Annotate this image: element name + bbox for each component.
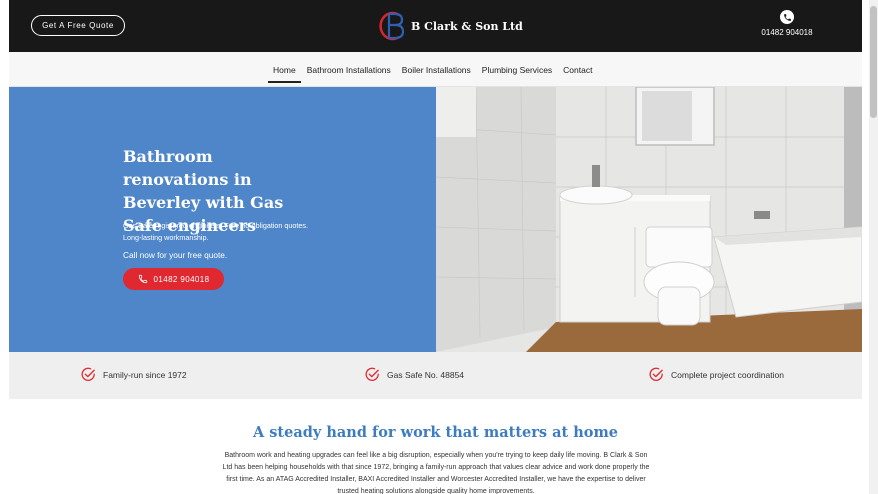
hero-panel: Bathroom renovations in Beverley with Ga… [9,87,436,352]
scrollbar-thumb[interactable] [870,6,877,118]
brand-name: B Clark & Son Ltd [411,19,523,33]
hero-subtitle: Gas Safe registered engineers. Free no-o… [123,221,308,242]
nav-item-contact[interactable]: Contact [562,65,593,75]
free-quote-button[interactable]: Get A Free Quote [31,15,125,36]
bathroom-photo [436,87,862,352]
about-body: Bathroom work and heating upgrades can f… [222,452,650,494]
nav-item-bathroom-installations[interactable]: Bathroom Installations [306,65,392,75]
features-strip: Family-run since 1972 Gas Safe No. 48854… [9,352,862,399]
check-circle-icon [81,367,95,381]
brand-logo[interactable]: B Clark & Son Ltd [377,8,523,44]
nav-item-home[interactable]: Home [268,65,301,83]
feature-label: Gas Safe No. 48854 [387,369,465,380]
page-scrollbar[interactable] [869,0,878,494]
hero-call-button-label: 01482 904018 [153,274,210,284]
feature-item: Family-run since 1972 [80,366,187,383]
header-phone[interactable]: 01482 904018 [747,10,827,37]
hero-call-text: Call now for your free quote. [123,250,228,260]
feature-label: Complete project coordination [671,369,784,380]
nav-item-plumbing-services[interactable]: Plumbing Services [481,65,553,75]
check-circle-icon [365,367,379,381]
feature-item: Gas Safe No. 48854 [364,366,464,383]
phone-icon [780,10,794,24]
header: Get A Free Quote B Clark & Son Ltd 01482… [9,0,862,52]
header-phone-number: 01482 904018 [761,28,813,37]
feature-item: Complete project coordination [648,366,784,383]
nav-item-boiler-installations[interactable]: Boiler Installations [401,65,472,75]
page: Get A Free Quote B Clark & Son Ltd 01482… [9,0,862,494]
hero-call-button[interactable]: 01482 904018 [123,268,224,290]
cb-monogram-logo [377,9,407,43]
main-nav: Home Bathroom Installations Boiler Insta… [9,52,862,87]
about-title: A steady hand for work that matters at h… [252,424,619,441]
phone-icon [138,274,147,284]
check-circle-icon [649,367,663,381]
feature-label: Family-run since 1972 [103,369,187,380]
